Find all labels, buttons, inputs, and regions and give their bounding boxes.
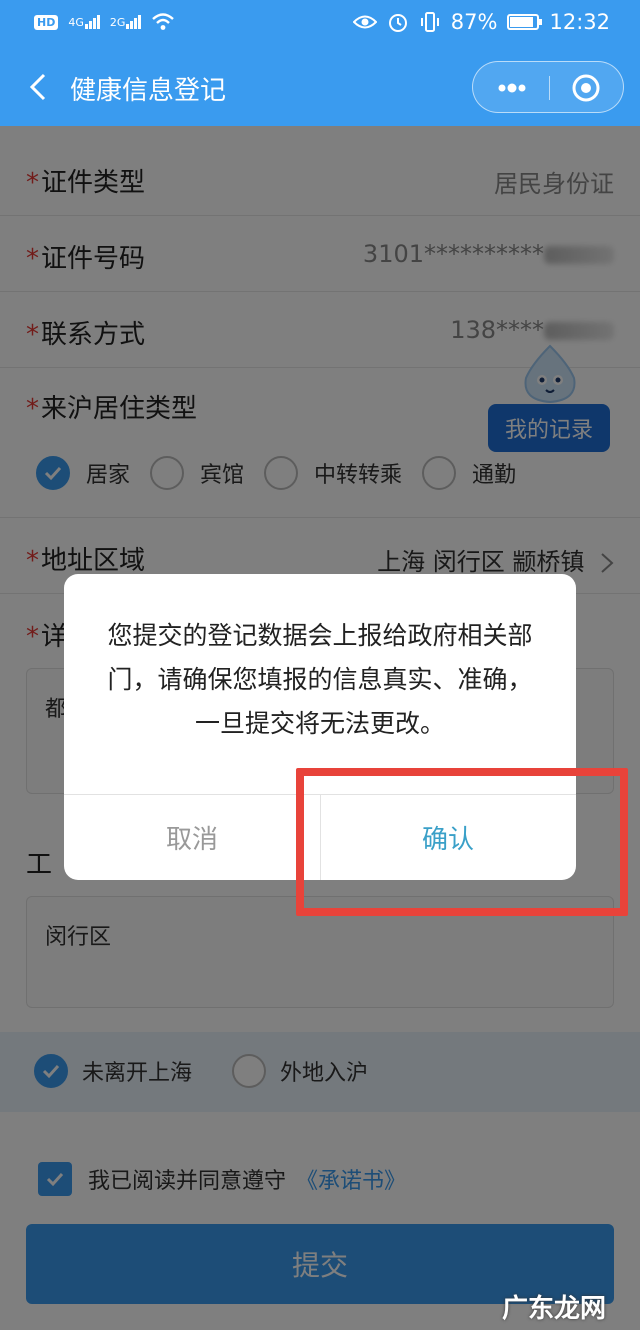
battery-percent: 87% (450, 10, 498, 34)
page-title: 健康信息登记 (70, 76, 227, 106)
highlight-annotation (296, 768, 628, 916)
close-miniprogram-icon[interactable] (571, 73, 601, 103)
more-icon[interactable] (495, 74, 529, 102)
network-type-2: 2G (109, 16, 126, 29)
status-bar: HD 4G 2G 87% 12:32 (0, 0, 640, 48)
signal-icon: 4G (68, 15, 100, 29)
eye-icon (352, 15, 377, 29)
dialog-message: 您提交的登记数据会上报给政府相关部门，请确保您填报的信息真实、准确，一旦提交将无… (107, 621, 533, 738)
miniprogram-capsule (472, 61, 624, 113)
network-type-1: 4G (68, 16, 84, 29)
back-arrow-icon[interactable] (26, 72, 56, 102)
wifi-icon (152, 13, 175, 30)
watermark: 广东龙网 (501, 1294, 606, 1324)
cancel-button[interactable]: 取消 (64, 794, 320, 880)
signal-icon-2: 2G (110, 15, 142, 29)
hd-badge: HD (34, 14, 59, 30)
nav-bar: 健康信息登记 (0, 48, 640, 126)
battery-icon (507, 14, 543, 30)
clock: 12:32 (549, 10, 610, 34)
alarm-icon (388, 14, 407, 32)
vibrate-icon (420, 12, 439, 32)
